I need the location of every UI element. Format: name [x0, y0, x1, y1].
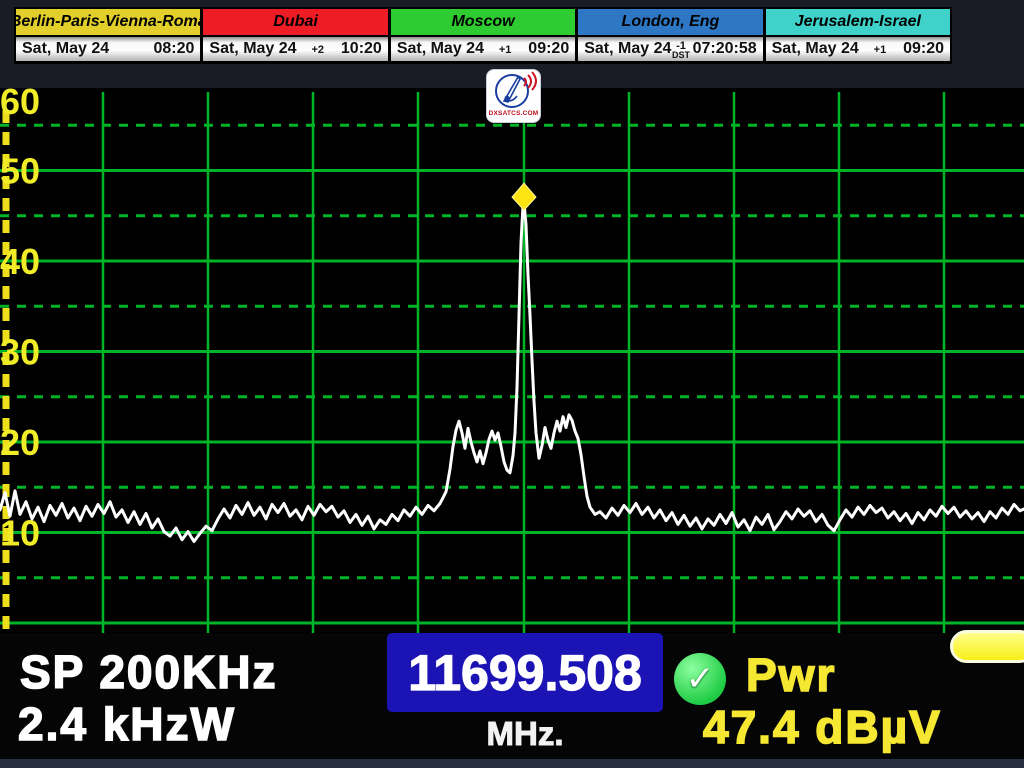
city-time-row: Sat, May 24 +2 10:20 [203, 37, 387, 61]
spectrum-plot: 60 50 40 30 20 10 [0, 88, 1024, 633]
city-title: Jerusalem-Israel [766, 9, 950, 35]
city-time-row: Sat, May 24 -1DST 07:20:58 [578, 37, 762, 61]
utc-offset-dst: -1DST [671, 40, 690, 59]
time-label: 09:20 [903, 40, 944, 58]
utc-offset: +1 [859, 44, 901, 55]
city-time-row: Sat, May 24 +1 09:20 [391, 37, 575, 61]
date-label: Sat, May 24 [22, 40, 109, 58]
logo-text: DXSATCS.COM [489, 110, 539, 117]
clock-panel-berlin: Berlin-Paris-Vienna-Roma Sat, May 24 08:… [16, 9, 200, 62]
city-time-row: Sat, May 24 08:20 [16, 37, 200, 61]
y-axis-tick-label: 20 [0, 422, 40, 463]
date-label: Sat, May 24 [209, 40, 296, 58]
frequency-display[interactable]: 11699.508 [387, 633, 663, 712]
dxsatcs-logo: DXSATCS.COM [486, 69, 541, 123]
spectrum-trace [0, 202, 1024, 541]
city-time-row: Sat, May 24 +1 09:20 [766, 37, 950, 61]
lock-ok-check-icon: ✓ [674, 653, 726, 705]
y-axis-tick-label: 50 [0, 151, 40, 192]
time-label: 09:20 [528, 40, 569, 58]
city-title: Berlin-Paris-Vienna-Roma [16, 9, 200, 35]
utc-offset [109, 49, 151, 50]
rbw-readout: 2.4 kHzW [18, 697, 236, 751]
time-label: 07:20:58 [693, 40, 757, 58]
y-axis-tick-label: 30 [0, 332, 40, 373]
city-title: Dubai [203, 9, 387, 35]
clock-panel-london: London, Eng Sat, May 24 -1DST 07:20:58 [578, 9, 762, 62]
power-label: Pwr [746, 648, 836, 702]
date-label: Sat, May 24 [397, 40, 484, 58]
city-title: Moscow [391, 9, 575, 35]
yellow-pill-button[interactable] [950, 630, 1024, 663]
time-label: 08:20 [153, 40, 194, 58]
readout-panel: SP 200KHz 2.4 kHzW 11699.508 MHz. ✓ Pwr … [0, 633, 1024, 757]
peak-marker-icon [512, 183, 536, 210]
time-label: 10:20 [341, 40, 382, 58]
clock-panel-moscow: Moscow Sat, May 24 +1 09:20 [391, 9, 575, 62]
power-value: 47.4 dBµV [703, 700, 942, 754]
utc-offset: +2 [297, 44, 339, 55]
clock-panel-jerusalem: Jerusalem-Israel Sat, May 24 +1 09:20 [766, 9, 950, 62]
date-label: Sat, May 24 [584, 40, 671, 58]
utc-offset: +1 [484, 44, 526, 55]
city-title: London, Eng [578, 9, 762, 35]
y-axis-tick-label: 10 [0, 513, 40, 554]
date-label: Sat, May 24 [772, 40, 859, 58]
bottom-edge-strip [0, 757, 1024, 768]
satellite-dish-icon [487, 70, 540, 111]
y-axis-tick-label: 60 [0, 88, 40, 122]
frequency-value: 11699.508 [408, 644, 642, 702]
span-readout: SP 200KHz [20, 645, 278, 699]
world-clock-bar: Berlin-Paris-Vienna-Roma Sat, May 24 08:… [14, 7, 952, 64]
frequency-unit-label: MHz. [387, 715, 663, 753]
y-axis-tick-label: 40 [0, 241, 40, 282]
clock-panel-dubai: Dubai Sat, May 24 +2 10:20 [203, 9, 387, 62]
